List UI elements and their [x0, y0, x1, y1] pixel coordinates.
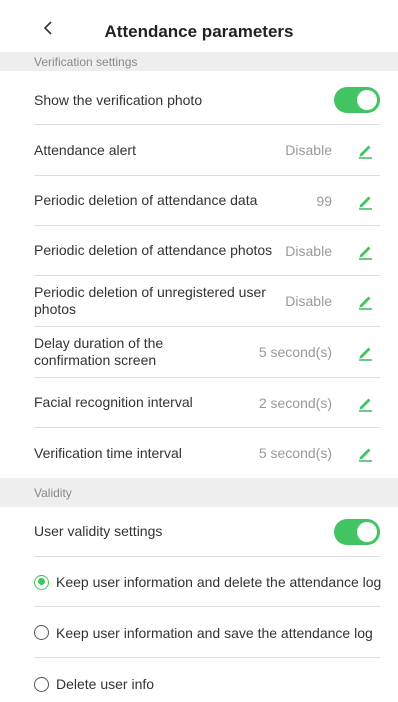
periodic-deletion-attendance-data-row[interactable]: Periodic deletion of attendance data 99 [34, 176, 380, 226]
periodic-deletion-attendance-data-label: Periodic deletion of attendance data [34, 192, 258, 208]
edit-icon[interactable] [354, 442, 376, 464]
radio-selected-icon[interactable] [34, 574, 49, 590]
page-title: Attendance parameters [104, 22, 294, 41]
show-verification-photo-toggle[interactable] [334, 87, 380, 113]
header-bar: Attendance parameters [0, 0, 398, 52]
attendance-alert-label: Attendance alert [34, 141, 136, 158]
show-verification-photo-row: Show the verification photo [34, 76, 380, 125]
user-validity-label: User validity settings [34, 523, 163, 539]
verification-time-interval-row[interactable]: Verification time interval 5 second(s) [34, 428, 380, 478]
confirmation-delay-row[interactable]: Delay duration of the confirmation scree… [34, 327, 380, 378]
attendance-alert-value: Disable [285, 142, 332, 158]
periodic-deletion-unregistered-photos-value: Disable [285, 293, 332, 309]
radio-icon[interactable] [34, 676, 49, 692]
periodic-deletion-attendance-photos-label: Periodic deletion of attendance photos [34, 242, 273, 258]
option-label: Keep user information and delete the att… [56, 574, 382, 590]
option-keep-save-log[interactable]: Keep user information and save the atten… [34, 607, 398, 658]
facial-recognition-interval-row[interactable]: Facial recognition interval 2 second(s) [34, 378, 380, 428]
facial-recognition-interval-value: 2 second(s) [258, 394, 332, 411]
periodic-deletion-attendance-photos-value: Disable [285, 242, 332, 259]
section-header-verification: Verification settings [0, 52, 398, 71]
user-validity-row: User validity settings [34, 507, 380, 557]
user-validity-toggle[interactable] [334, 518, 380, 545]
periodic-deletion-unregistered-photos-label: Periodic deletion of unregistered user p… [34, 284, 266, 317]
verification-time-interval-value: 5 second(s) [258, 445, 332, 461]
option-delete-user-info[interactable]: Delete user info [34, 658, 398, 702]
option-label: Keep user information and save the atten… [56, 624, 373, 641]
edit-icon[interactable] [354, 290, 376, 312]
verification-time-interval-label: Verification time interval [34, 444, 182, 461]
confirmation-delay-label: Delay duration of the confirmation scree… [34, 335, 164, 368]
periodic-deletion-attendance-photos-row[interactable]: Periodic deletion of attendance photos D… [34, 226, 380, 276]
edit-icon[interactable] [354, 392, 376, 414]
edit-icon[interactable] [354, 240, 376, 262]
confirmation-delay-value: 5 second(s) [258, 344, 332, 360]
show-verification-photo-label: Show the verification photo [34, 91, 203, 108]
edit-icon[interactable] [354, 139, 376, 161]
edit-icon[interactable] [354, 341, 376, 363]
attendance-alert-row[interactable]: Attendance alert Disable [34, 125, 380, 176]
toggle-knob [357, 521, 377, 542]
facial-recognition-interval-label: Facial recognition interval [34, 394, 193, 410]
radio-icon[interactable] [34, 625, 49, 640]
periodic-deletion-unregistered-photos-row[interactable]: Periodic deletion of unregistered user p… [34, 276, 380, 327]
toggle-knob [357, 90, 377, 110]
option-label: Delete user info [56, 676, 155, 692]
periodic-deletion-attendance-data-value: 99 [316, 192, 332, 209]
section-header-validity: Validity [0, 478, 398, 507]
option-keep-delete-log[interactable]: Keep user information and delete the att… [34, 557, 398, 607]
edit-icon[interactable] [354, 190, 376, 212]
